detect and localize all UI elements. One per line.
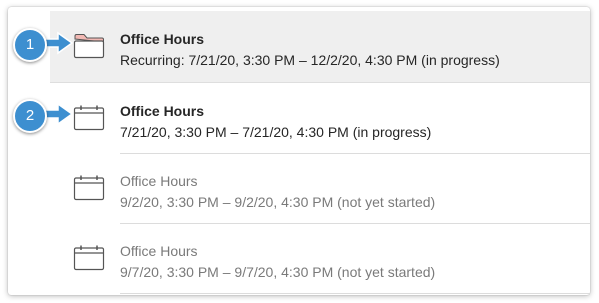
event-row[interactable]: Office Hours 7/21/20, 3:30 PM – 7/21/20,… — [50, 83, 590, 153]
calendar-icon — [73, 105, 105, 131]
event-title: Office Hours — [120, 31, 205, 47]
event-row[interactable]: Office Hours 9/7/20, 3:30 PM – 9/7/20, 4… — [50, 223, 590, 293]
event-title: Office Hours — [120, 243, 198, 259]
folder-icon — [73, 34, 105, 59]
event-list-panel: Office Hours Recurring: 7/21/20, 3:30 PM… — [8, 7, 590, 295]
event-details: 7/21/20, 3:30 PM – 7/21/20, 4:30 PM (in … — [120, 124, 432, 140]
event-details: 9/7/20, 3:30 PM – 9/7/20, 4:30 PM (not y… — [120, 264, 436, 280]
event-details: Recurring: 7/21/20, 3:30 PM – 12/2/20, 4… — [120, 52, 500, 68]
event-title: Office Hours — [120, 173, 198, 189]
event-title: Office Hours — [120, 103, 205, 119]
calendar-icon — [73, 175, 105, 201]
calendar-icon — [73, 245, 105, 271]
annotation-badge: 1 — [13, 28, 47, 62]
event-details: 9/2/20, 3:30 PM – 9/2/20, 4:30 PM (not y… — [120, 194, 436, 210]
divider — [120, 293, 590, 294]
event-row[interactable]: Office Hours 9/2/20, 3:30 PM – 9/2/20, 4… — [50, 153, 590, 223]
annotation-badge: 2 — [13, 99, 47, 133]
event-row-recurring[interactable]: Office Hours Recurring: 7/21/20, 3:30 PM… — [50, 11, 590, 83]
